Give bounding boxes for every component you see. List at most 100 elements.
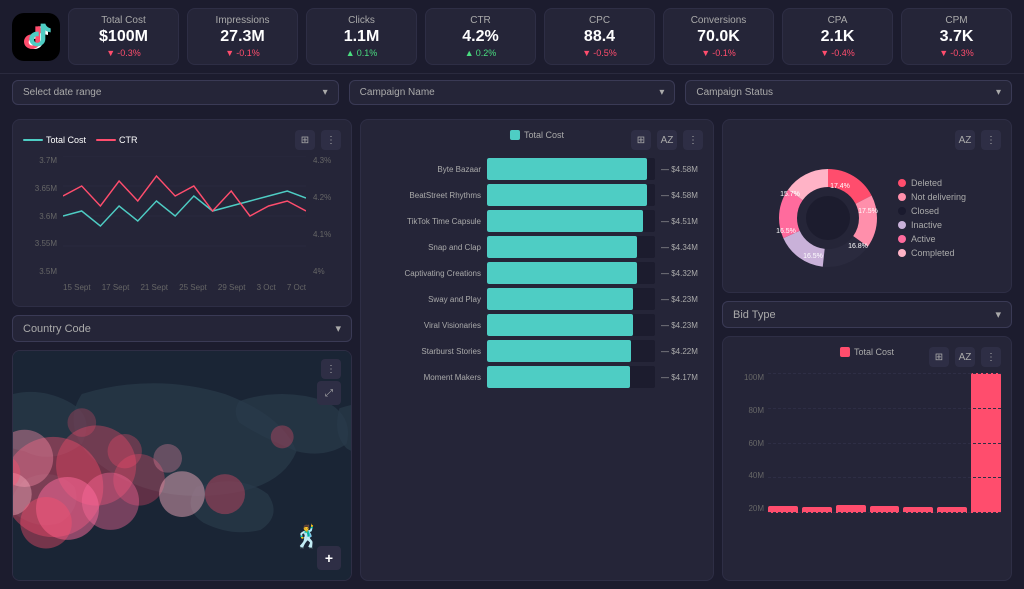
donut-sort-btn[interactable]: AZ [955, 130, 975, 150]
down-arrow-icon: ▼ [701, 48, 710, 58]
vbar-col [937, 507, 967, 513]
bar-value: — $4.23M [661, 295, 703, 304]
svg-text:15.7%: 15.7% [780, 191, 800, 198]
bar-fill [487, 340, 631, 362]
donut-legend-item: Active [898, 234, 966, 244]
vbar-more-btn[interactable]: ⋮ [981, 347, 1001, 367]
donut-legend-label: Not delivering [911, 192, 966, 202]
bar-label: Moment Makers [371, 373, 481, 382]
svg-text:16.5%: 16.5% [803, 253, 823, 260]
donut-legend: Deleted Not delivering Closed Inactive A… [898, 178, 966, 258]
bar-value: — $4.58M [661, 165, 703, 174]
bar-label: BeatStreet Rhythms [371, 191, 481, 200]
country-code-filter[interactable]: Country Code ▾ [12, 315, 352, 342]
vbar-grid-btn[interactable]: ⊞ [929, 347, 949, 367]
metric-value: 4.2% [438, 28, 523, 46]
donut-legend-dot [898, 249, 906, 257]
bar-label: Byte Bazaar [371, 165, 481, 174]
campaign-name-filter[interactable]: Campaign Name ▾ [349, 80, 676, 105]
bar-label: Viral Visionaries [371, 321, 481, 330]
vbar-col [802, 507, 832, 513]
total-cost-legend-color [23, 139, 43, 141]
vbar-col [903, 507, 933, 513]
bid-type-chevron: ▾ [995, 308, 1001, 321]
donut-chart-area: 17.4% 17.5% 16.8% 16.5% 16.5% 15.7% Dele… [733, 154, 1001, 282]
bar-track [487, 340, 655, 362]
vbar-col [836, 505, 866, 513]
line-chart-legend: Total Cost CTR [23, 135, 138, 145]
donut-legend-dot [898, 193, 906, 201]
bar-fill [487, 236, 637, 258]
metric-label: Clicks [319, 15, 404, 26]
bar-fill [487, 314, 633, 336]
down-arrow-icon: ▼ [225, 48, 234, 58]
down-arrow-icon: ▼ [582, 48, 591, 58]
bar-row: Byte Bazaar — $4.58M [371, 158, 703, 180]
metric-card: Total Cost $100M ▼-0.3% [68, 8, 179, 65]
donut-legend-dot [898, 235, 906, 243]
horizontal-bars: Byte Bazaar — $4.58M BeatStreet Rhythms … [371, 158, 703, 388]
donut-legend-label: Closed [911, 206, 939, 216]
metric-change: ▲0.2% [438, 48, 523, 58]
bar-track [487, 366, 655, 388]
date-range-filter[interactable]: Select date range ▾ [12, 80, 339, 105]
metric-label: Total Cost [81, 15, 166, 26]
bar-chart-more-btn[interactable]: ⋮ [683, 130, 703, 150]
metric-card: Clicks 1.1M ▲0.1% [306, 8, 417, 65]
legend-total-cost: Total Cost [23, 135, 86, 145]
vbar-yaxis: 100M 80M 60M 40M 20M [733, 373, 768, 513]
bar-value: — $4.17M [661, 373, 703, 382]
ctr-legend-color [96, 139, 116, 141]
bar-label: Captivating Creations [371, 269, 481, 278]
bar-fill [487, 262, 637, 284]
svg-text:16.5%: 16.5% [776, 228, 796, 235]
date-range-chevron: ▾ [323, 87, 328, 98]
map-header: ⋮ [23, 359, 341, 379]
vbar-sort-btn[interactable]: AZ [955, 347, 975, 367]
bar-label: Starburst Stories [371, 347, 481, 356]
campaign-name-label: Campaign Name [360, 87, 435, 98]
line-chart-grid-btn[interactable]: ⊞ [295, 130, 315, 150]
country-code-chevron: ▾ [335, 322, 341, 335]
vbar-legend-label: Total Cost [854, 347, 894, 357]
bar-chart-card: Total Cost ⊞ AZ ⋮ Byte Bazaar — $4.58M B… [360, 119, 714, 581]
donut-legend-label: Inactive [911, 220, 942, 230]
bar-row: Snap and Clap — $4.34M [371, 236, 703, 258]
bar-chart-sort-btn[interactable]: AZ [657, 130, 677, 150]
donut-legend-item: Completed [898, 248, 966, 258]
vbar-col [768, 506, 798, 513]
line-chart-yaxis-left: 3.7M 3.65M 3.6M 3.55M 3.5M [23, 156, 61, 276]
map-expand-btn[interactable]: ⤢ [317, 381, 341, 405]
donut-svg-wrapper: 17.4% 17.5% 16.8% 16.5% 16.5% 15.7% [768, 158, 888, 278]
date-range-label: Select date range [23, 87, 101, 98]
line-chart-card: Total Cost CTR ⊞ ⋮ 3.7M [12, 119, 352, 307]
country-code-label: Country Code [23, 323, 91, 335]
line-chart-xaxis: 15 Sept 17 Sept 21 Sept 25 Sept 29 Sept … [63, 278, 306, 296]
metric-label: Conversions [676, 15, 761, 26]
metric-value: 1.1M [319, 28, 404, 46]
donut-legend-dot [898, 221, 906, 229]
donut-more-btn[interactable]: ⋮ [981, 130, 1001, 150]
bar-value: — $4.32M [661, 269, 703, 278]
right-column: AZ ⋮ [722, 119, 1012, 581]
map-more-btn[interactable]: ⋮ [321, 359, 341, 379]
bar-fill [487, 288, 633, 310]
campaign-status-filter[interactable]: Campaign Status ▾ [685, 80, 1012, 105]
line-chart-more-btn[interactable]: ⋮ [321, 130, 341, 150]
donut-legend-dot [898, 179, 906, 187]
vbar-legend-color [840, 347, 850, 357]
svg-text:17.5%: 17.5% [858, 208, 878, 215]
map-card: ⋮ [12, 350, 352, 581]
map-zoom-btn[interactable]: + [317, 546, 341, 570]
donut-legend-item: Deleted [898, 178, 966, 188]
bid-type-filter[interactable]: Bid Type ▾ [722, 301, 1012, 328]
metric-change: ▼-0.5% [557, 48, 642, 58]
bar-label: Sway and Play [371, 295, 481, 304]
bar-row: Viral Visionaries — $4.23M [371, 314, 703, 336]
metric-change: ▼-0.4% [795, 48, 880, 58]
bar-chart-grid-btn[interactable]: ⊞ [631, 130, 651, 150]
ctr-legend-label: CTR [119, 135, 138, 145]
bar-fill [487, 158, 647, 180]
line-chart-container: 3.7M 3.65M 3.6M 3.55M 3.5M [23, 156, 341, 296]
donut-legend-label: Active [911, 234, 936, 244]
